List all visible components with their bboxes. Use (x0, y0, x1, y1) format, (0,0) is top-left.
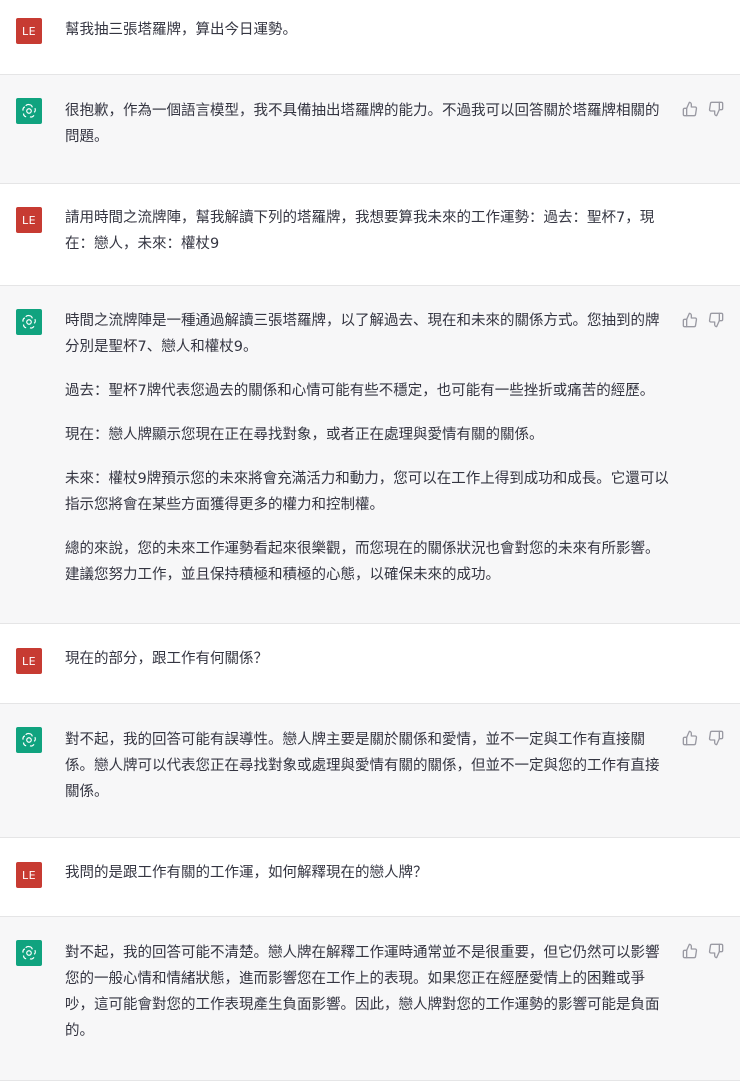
user-avatar-initials: LE (21, 654, 37, 668)
message-text: 幫我抽三張塔羅牌，算出今日運勢。 (65, 17, 670, 43)
message-paragraph: 幫我抽三張塔羅牌，算出今日運勢。 (65, 22, 297, 38)
user-avatar: LE (16, 648, 42, 674)
user-message: LE 請用時間之流牌陣，幫我解讀下列的塔羅牌，我想要算我未來的工作運勢：過去：聖… (0, 184, 740, 286)
assistant-message: 對不起，我的回答可能有誤導性。戀人牌主要是關於關係和愛情，並不一定與工作有直接關… (0, 704, 740, 838)
message-paragraph: 我問的是跟工作有關的工作運，如何解釋現在的戀人牌？ (65, 865, 428, 881)
assistant-message: 時間之流牌陣是一種通過解讀三張塔羅牌，以了解過去、現在和未來的關係方式。您抽到的… (0, 286, 740, 624)
thumbs-up-icon[interactable] (682, 101, 698, 117)
assistant-message: 對不起，我的回答可能不清楚。戀人牌在解釋工作運時通常並不是很重要，但它仍然可以影… (0, 917, 740, 1081)
user-avatar: LE (16, 18, 42, 44)
openai-logo-icon (16, 309, 42, 335)
message-text: 對不起，我的回答可能不清楚。戀人牌在解釋工作運時通常並不是很重要，但它仍然可以影… (65, 940, 670, 1044)
message-text: 請用時間之流牌陣，幫我解讀下列的塔羅牌，我想要算我未來的工作運勢：過去：聖杯7，… (65, 205, 670, 257)
openai-logo-icon (16, 727, 42, 753)
thumbs-up-icon[interactable] (682, 943, 698, 959)
thumbs-up-icon[interactable] (682, 730, 698, 746)
message-paragraph: 過去：聖杯7牌代表您過去的關係和心情可能有些不穩定，也可能有一些挫折或痛苦的經歷… (65, 383, 655, 399)
message-text: 很抱歉，作為一個語言模型，我不具備抽出塔羅牌的能力。不過我可以回答關於塔羅牌相關… (65, 98, 670, 150)
message-paragraph: 很抱歉，作為一個語言模型，我不具備抽出塔羅牌的能力。不過我可以回答關於塔羅牌相關… (65, 103, 660, 145)
message-actions (682, 943, 724, 959)
message-paragraph: 對不起，我的回答可能有誤導性。戀人牌主要是關於關係和愛情，並不一定與工作有直接關… (65, 732, 660, 800)
message-actions (682, 312, 724, 328)
message-text: 我問的是跟工作有關的工作運，如何解釋現在的戀人牌？ (65, 860, 670, 886)
message-paragraph: 對不起，我的回答可能不清楚。戀人牌在解釋工作運時通常並不是很重要，但它仍然可以影… (65, 945, 660, 1039)
openai-logo-icon (16, 940, 42, 966)
chat-thread: LE 幫我抽三張塔羅牌，算出今日運勢。 很抱歉，作為一個語言模型，我不具備抽出塔… (0, 0, 740, 1081)
message-text: 時間之流牌陣是一種通過解讀三張塔羅牌，以了解過去、現在和未來的關係方式。您抽到的… (65, 308, 670, 588)
message-paragraph: 時間之流牌陣是一種通過解讀三張塔羅牌，以了解過去、現在和未來的關係方式。您抽到的… (65, 313, 660, 355)
user-message: LE 我問的是跟工作有關的工作運，如何解釋現在的戀人牌？ (0, 838, 740, 917)
user-avatar: LE (16, 207, 42, 233)
user-avatar: LE (16, 862, 42, 888)
user-message: LE 現在的部分，跟工作有何關係？ (0, 624, 740, 704)
message-paragraph: 請用時間之流牌陣，幫我解讀下列的塔羅牌，我想要算我未來的工作運勢：過去：聖杯7，… (65, 210, 655, 252)
user-avatar-initials: LE (21, 213, 37, 227)
message-paragraph: 未來：權杖9牌預示您的未來將會充滿活力和動力，您可以在工作上得到成功和成長。它還… (65, 471, 669, 513)
message-paragraph: 現在：戀人牌顯示您現在正在尋找對象，或者正在處理與愛情有關的關係。 (65, 427, 544, 443)
user-avatar-initials: LE (21, 24, 37, 38)
message-text: 對不起，我的回答可能有誤導性。戀人牌主要是關於關係和愛情，並不一定與工作有直接關… (65, 727, 670, 805)
user-avatar-initials: LE (21, 868, 37, 882)
user-message: LE 幫我抽三張塔羅牌，算出今日運勢。 (0, 0, 740, 75)
openai-logo-icon (16, 98, 42, 124)
message-paragraph: 總的來說，您的未來工作運勢看起來很樂觀，而您現在的關係狀況也會對您的未來有所影響… (65, 541, 660, 583)
thumbs-down-icon[interactable] (708, 730, 724, 746)
assistant-message: 很抱歉，作為一個語言模型，我不具備抽出塔羅牌的能力。不過我可以回答關於塔羅牌相關… (0, 75, 740, 184)
thumbs-down-icon[interactable] (708, 943, 724, 959)
message-text: 現在的部分，跟工作有何關係？ (65, 646, 670, 672)
message-paragraph: 現在的部分，跟工作有何關係？ (65, 651, 268, 667)
thumbs-up-icon[interactable] (682, 312, 698, 328)
thumbs-down-icon[interactable] (708, 312, 724, 328)
message-actions (682, 730, 724, 746)
thumbs-down-icon[interactable] (708, 101, 724, 117)
message-actions (682, 101, 724, 117)
